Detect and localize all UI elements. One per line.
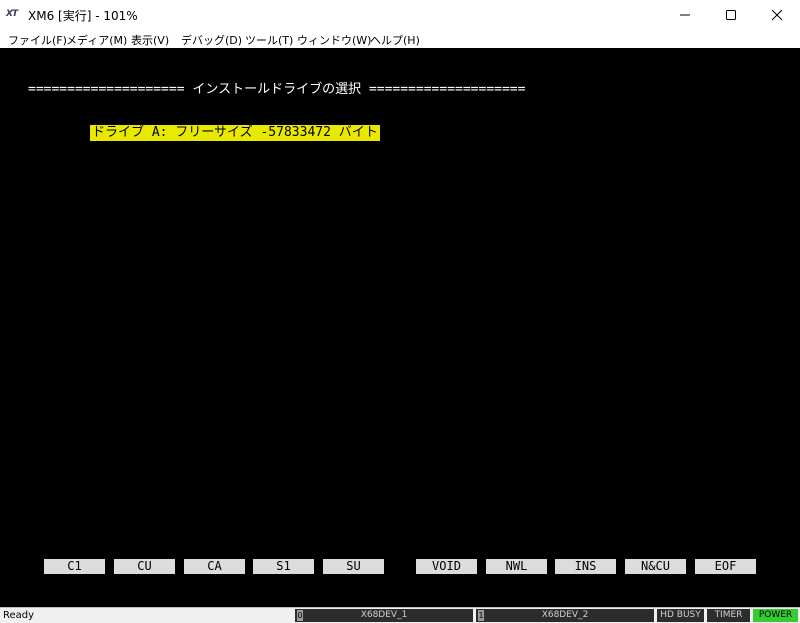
- xm6-logo-icon: XT: [6, 9, 18, 19]
- device-slot-0-label: X68DEV_1: [360, 610, 408, 620]
- function-key-void[interactable]: VOID: [416, 559, 477, 574]
- function-key-ncu[interactable]: N&CU: [625, 559, 686, 574]
- function-key-s1[interactable]: S1: [253, 559, 314, 574]
- menu-file[interactable]: ファイル(F): [8, 32, 67, 48]
- hd-busy-indicator: HD BUSY: [657, 609, 704, 622]
- maximize-icon: [726, 10, 736, 20]
- title-bar: XT XM6 [実行] - 101%: [0, 0, 800, 30]
- device-slot-1[interactable]: 1 X68DEV_2: [476, 609, 654, 622]
- function-key-eof[interactable]: EOF: [695, 559, 756, 574]
- menu-tools[interactable]: ツール(T): [245, 32, 293, 48]
- close-icon: [771, 9, 783, 21]
- install-drive-heading: ==================== インストールドライブの選択 =====…: [28, 82, 526, 97]
- status-bar: Ready 0 X68DEV_1 1 X68DEV_2 HD BUSY TIME…: [0, 607, 800, 623]
- function-key-nwl[interactable]: NWL: [486, 559, 547, 574]
- status-ready: Ready: [3, 610, 35, 621]
- function-key-su[interactable]: SU: [323, 559, 384, 574]
- drive-option-selected[interactable]: ドライブ A: フリーサイズ -57833472 バイト: [90, 125, 380, 141]
- minimize-button[interactable]: [662, 0, 708, 30]
- timer-indicator: TIMER: [707, 609, 750, 622]
- function-key-cu[interactable]: CU: [114, 559, 175, 574]
- menu-media[interactable]: メディア(M): [66, 32, 127, 48]
- menu-view[interactable]: 表示(V): [131, 32, 169, 48]
- device-slot-0[interactable]: 0 X68DEV_1: [295, 609, 473, 622]
- device-slot-1-label: X68DEV_2: [541, 610, 589, 620]
- maximize-button[interactable]: [708, 0, 754, 30]
- emulator-screen[interactable]: ==================== インストールドライブの選択 =====…: [0, 48, 800, 607]
- minimize-icon: [680, 14, 690, 16]
- menu-bar: ファイル(F) メディア(M) 表示(V) デバッグ(D) ツール(T) ウィン…: [0, 30, 800, 48]
- menu-help[interactable]: ヘルプ(H): [370, 32, 420, 48]
- function-key-ca[interactable]: CA: [184, 559, 245, 574]
- power-indicator: POWER: [753, 609, 798, 622]
- menu-debug[interactable]: デバッグ(D): [181, 32, 242, 48]
- function-key-c1[interactable]: C1: [44, 559, 105, 574]
- menu-window[interactable]: ウィンドウ(W): [297, 32, 371, 48]
- close-button[interactable]: [754, 0, 800, 30]
- function-key-ins[interactable]: INS: [555, 559, 616, 574]
- window-title: XM6 [実行] - 101%: [28, 9, 138, 23]
